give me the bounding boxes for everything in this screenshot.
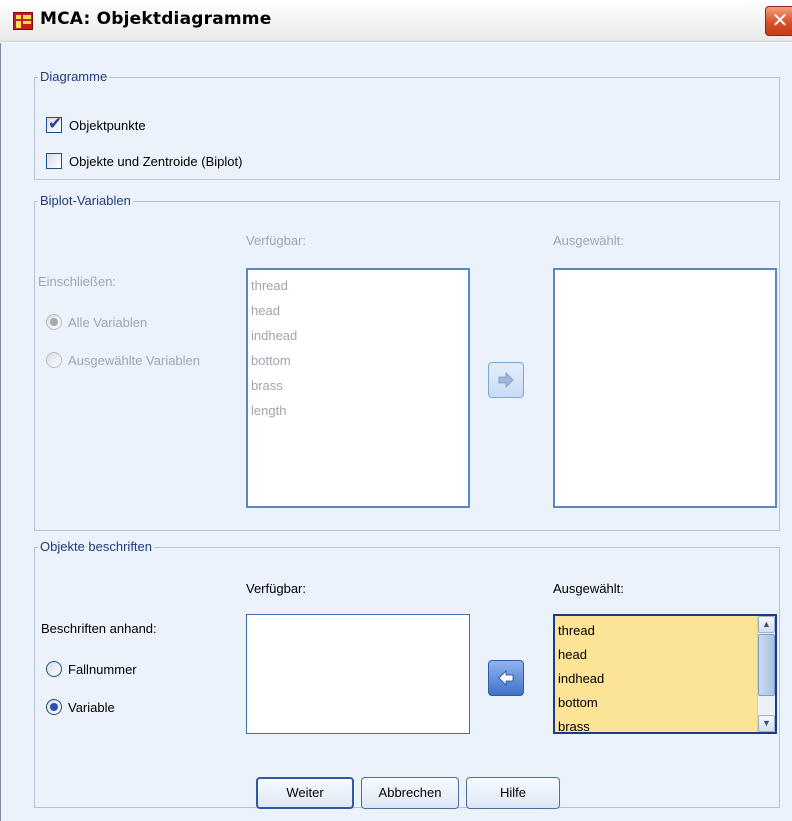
list-item[interactable]: bottom bbox=[558, 695, 598, 711]
spss-app-icon bbox=[13, 12, 33, 30]
list-item[interactable]: length bbox=[251, 403, 286, 419]
weiter-button[interactable]: Weiter bbox=[256, 777, 354, 809]
list-item[interactable]: indhead bbox=[251, 328, 297, 344]
scroll-up-button[interactable]: ▲ bbox=[758, 616, 775, 633]
list-item[interactable]: brass bbox=[251, 378, 283, 394]
group-objekte-beschriften-label: Objekte beschriften bbox=[38, 539, 155, 555]
checkmark-icon: ✔ bbox=[48, 114, 63, 134]
einschliessen-label: Einschließen: bbox=[38, 274, 117, 289]
biplot-checkbox[interactable] bbox=[46, 153, 62, 169]
list-item[interactable]: brass bbox=[558, 719, 590, 732]
list-item[interactable]: thread bbox=[251, 278, 288, 294]
abbrechen-button[interactable]: Abbrechen bbox=[361, 777, 459, 809]
beschriften-anhand-label: Beschriften anhand: bbox=[41, 621, 157, 636]
selected-list-scrollbar[interactable]: ▲ ▼ bbox=[757, 616, 775, 732]
arrow-left-icon bbox=[498, 670, 514, 686]
list-item[interactable]: head bbox=[251, 303, 280, 319]
close-button[interactable]: ✕ bbox=[765, 6, 792, 36]
scroll-down-button[interactable]: ▼ bbox=[758, 715, 775, 732]
group-diagramme-label: Diagramme bbox=[38, 69, 110, 85]
radio-ausgewaehlte-variablen-label: Ausgewählte Variablen bbox=[68, 353, 201, 368]
list-item[interactable]: head bbox=[558, 647, 587, 663]
biplot-move-right-button[interactable] bbox=[488, 362, 524, 398]
dialog-window: MCA: Objektdiagramme ✕ Diagramme ✔ Objek… bbox=[0, 0, 792, 821]
beschriften-ausgewaehlt-label: Ausgewählt: bbox=[553, 581, 624, 596]
beschriften-available-list[interactable] bbox=[246, 614, 470, 734]
beschriften-move-left-button[interactable] bbox=[488, 660, 524, 696]
radio-fallnummer-label: Fallnummer bbox=[68, 662, 137, 677]
hilfe-button[interactable]: Hilfe bbox=[466, 777, 560, 809]
biplot-label: Objekte und Zentroide (Biplot) bbox=[69, 154, 243, 169]
beschriften-selected-list[interactable]: thread head indhead bottom brass ▲ ▼ bbox=[553, 614, 777, 734]
group-biplot-variablen-label: Biplot-Variablen bbox=[38, 193, 133, 209]
objektpunkte-checkbox[interactable]: ✔ bbox=[46, 114, 63, 134]
arrow-right-icon bbox=[498, 372, 514, 388]
radio-variable[interactable] bbox=[46, 699, 62, 715]
list-item[interactable]: indhead bbox=[558, 671, 604, 687]
radio-alle-variablen-label: Alle Variablen bbox=[68, 315, 148, 330]
beschriften-verfuegbar-label: Verfügbar: bbox=[246, 581, 306, 596]
biplot-available-list[interactable]: thread head indhead bottom brass length bbox=[246, 268, 470, 508]
biplot-verfuegbar-label: Verfügbar: bbox=[246, 233, 306, 248]
chevron-up-icon: ▲ bbox=[762, 619, 771, 629]
title-bar: MCA: Objektdiagramme ✕ bbox=[0, 0, 792, 42]
objektpunkte-label: Objektpunkte bbox=[69, 118, 146, 133]
scroll-thumb[interactable] bbox=[758, 634, 775, 696]
window-title: MCA: Objektdiagramme bbox=[40, 9, 272, 29]
radio-variable-label: Variable bbox=[68, 700, 115, 715]
dialog-client-area: Diagramme ✔ Objektpunkte Objekte und Zen… bbox=[0, 43, 792, 821]
biplot-selected-list[interactable] bbox=[553, 268, 777, 508]
chevron-down-icon: ▼ bbox=[762, 718, 771, 728]
close-icon: ✕ bbox=[771, 8, 789, 32]
list-item[interactable]: thread bbox=[558, 623, 595, 639]
radio-alle-variablen[interactable] bbox=[46, 314, 62, 330]
radio-fallnummer[interactable] bbox=[46, 661, 62, 677]
biplot-ausgewaehlt-label: Ausgewählt: bbox=[553, 233, 624, 248]
radio-ausgewaehlte-variablen[interactable] bbox=[46, 352, 62, 368]
list-item[interactable]: bottom bbox=[251, 353, 291, 369]
